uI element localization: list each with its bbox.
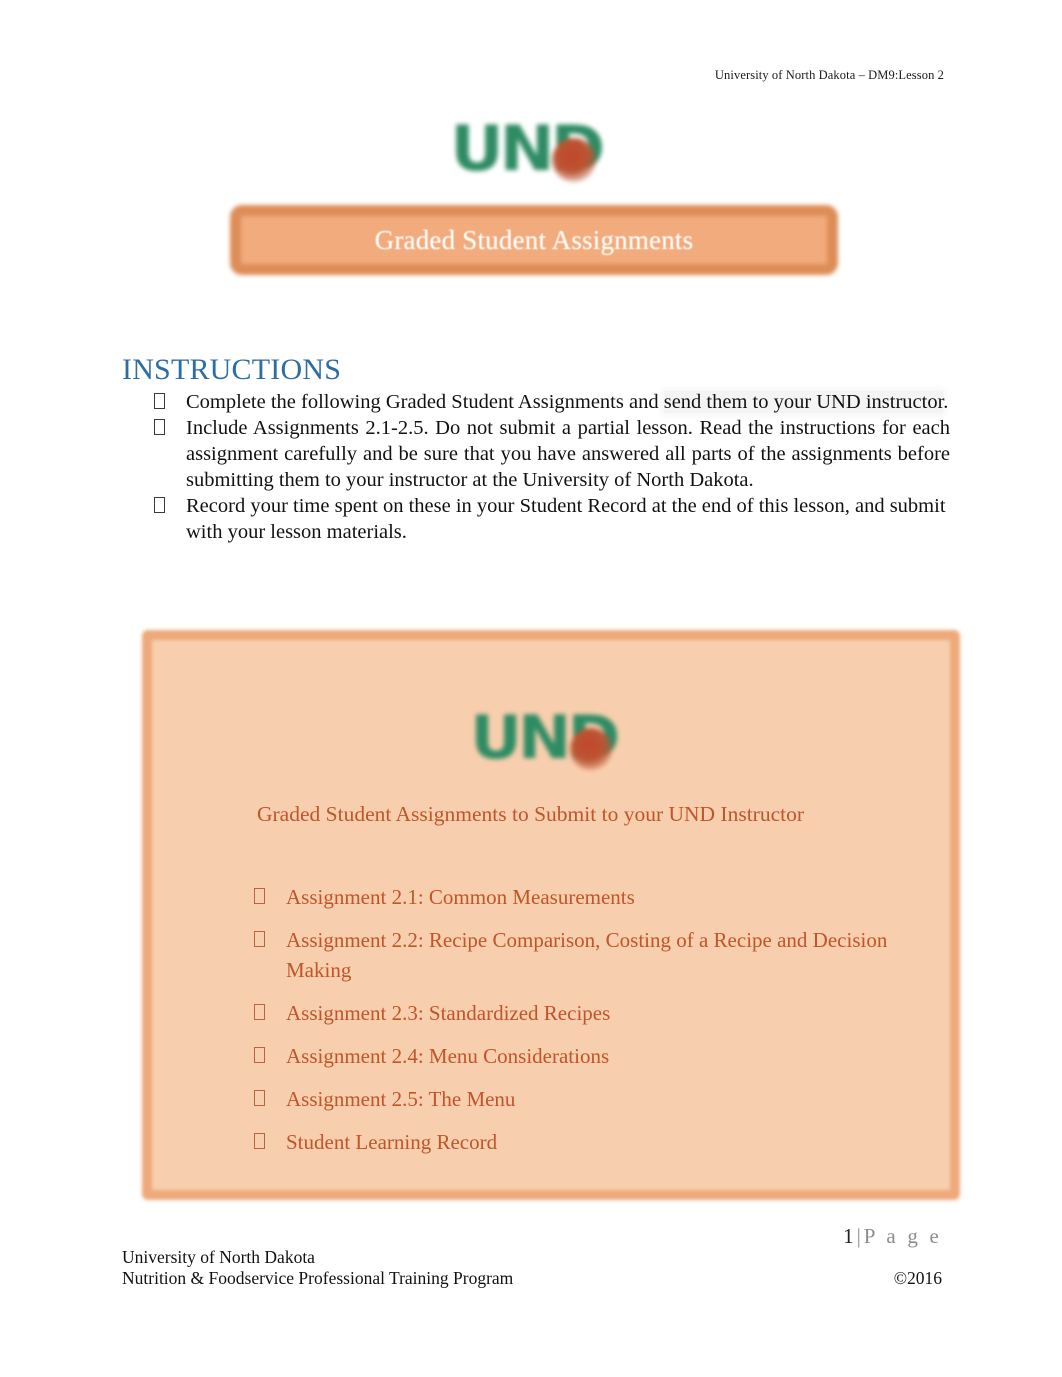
assignment-label: Assignment 2.1: Common Measurements [286,885,635,909]
instructions-list: Complete the following Graded Student As… [150,390,950,546]
list-item: Record your time spent on these in your … [150,494,950,546]
assignment-label: Assignment 2.5: The Menu [286,1087,516,1111]
list-item: Assignment 2.2: Recipe Comparison, Costi… [250,925,940,985]
list-item: Include Assignments 2.1-2.5. Do not subm… [150,416,950,493]
footer-org-line-2: Nutrition & Foodservice Professional Tra… [122,1268,514,1288]
list-item: Assignment 2.3: Standardized Recipes [250,998,940,1028]
instruction-text-pre: Record your time spent on these in your … [186,495,946,543]
bullet-glyph-icon [154,416,165,442]
assignments-box-heading: Graded Student Assignments to Submit to … [257,802,805,826]
und-logo-text: UND [470,703,620,773]
assignment-label: Student Learning Record [286,1130,498,1154]
instruction-text-post: . [943,391,949,413]
page-number-value: 1 [843,1224,854,1248]
document-page: University of North Dakota – DM9:Lesson … [0,0,1062,1377]
title-banner-label: Graded Student Assignments [374,224,694,255]
bullet-glyph-icon [254,1041,265,1071]
list-item: Assignment 2.4: Menu Considerations [250,1041,940,1071]
assignments-list: Assignment 2.1: Common Measurements Assi… [250,882,940,1170]
bullet-glyph-icon [154,494,165,520]
assignments-box: UND Graded Student Assignments to Submit… [142,630,960,1200]
bullet-glyph-icon [254,925,265,955]
bullet-glyph-icon [254,1084,265,1114]
footer-org-line-1: University of North Dakota [122,1247,315,1267]
list-item: Complete the following Graded Student As… [150,390,950,416]
footer-organization: University of North Dakota Nutrition & F… [122,1247,513,1289]
instructions-heading: INSTRUCTIONS [122,353,342,386]
page-number: 1 | P a g e [843,1224,942,1249]
footer-copyright: ©2016 [893,1268,942,1288]
list-item: Assignment 2.5: The Menu [250,1084,940,1114]
list-item: Assignment 2.1: Common Measurements [250,882,940,912]
und-logo: UND [470,708,635,774]
bullet-glyph-icon [254,998,265,1028]
page-number-separator: | [856,1224,861,1248]
list-item: Student Learning Record [250,1127,940,1157]
page-number-word: P a g e [863,1224,942,1248]
assignment-label: Assignment 2.4: Menu Considerations [286,1044,610,1068]
und-logo-text: UND [450,112,605,185]
instruction-text-highlight: send them to your UND instructor [663,391,944,413]
bullet-glyph-icon [254,882,265,912]
instruction-text-pre: Complete the following Graded Student As… [186,391,664,413]
instruction-text-pre: Include Assignments 2.1-2.5. Do not subm… [186,417,950,491]
und-logo-flame-icon [570,728,612,770]
und-logo: UND [450,118,615,184]
bullet-glyph-icon [254,1127,265,1157]
und-logo-flame-icon [552,138,596,182]
assignment-label: Assignment 2.3: Standardized Recipes [286,1001,611,1025]
running-header: University of North Dakota – DM9:Lesson … [714,68,944,82]
assignment-label: Assignment 2.2: Recipe Comparison, Costi… [286,928,888,982]
bullet-glyph-icon [154,390,165,416]
